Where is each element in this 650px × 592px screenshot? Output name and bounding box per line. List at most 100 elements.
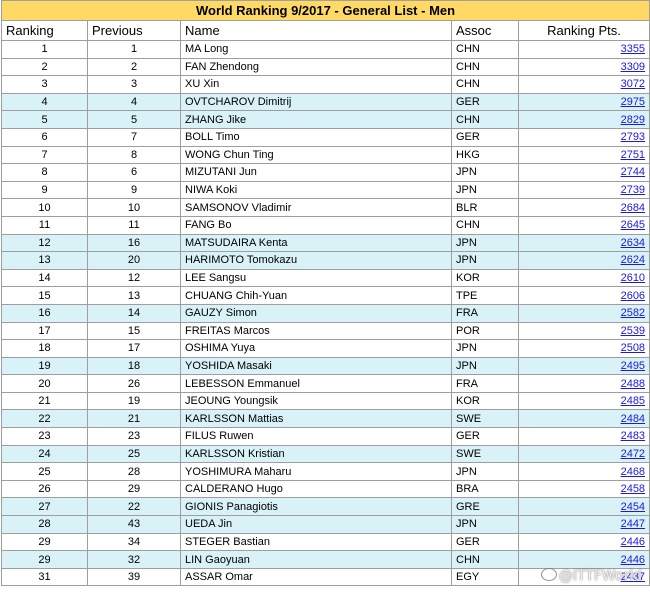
cell-assoc: POR <box>451 321 519 341</box>
cell-ranking: 5 <box>1 110 88 129</box>
ranking-points-link[interactable]: 3072 <box>621 78 645 90</box>
cell-assoc: GER <box>451 92 519 112</box>
ranking-points-link[interactable]: 2447 <box>621 518 645 530</box>
ranking-points-link[interactable]: 3309 <box>621 61 645 73</box>
ranking-points-link[interactable]: 2975 <box>621 96 645 108</box>
cell-ranking: 6 <box>1 127 88 147</box>
cell-assoc: GER <box>451 127 519 147</box>
ranking-points-link[interactable]: 2684 <box>621 202 645 214</box>
cell-ranking-points: 2485 <box>517 391 650 411</box>
cell-ranking: 24 <box>1 444 88 464</box>
cell-ranking-points: 2582 <box>517 303 650 323</box>
cell-ranking: 16 <box>1 303 88 323</box>
ranking-points-link[interactable]: 2437 <box>621 571 645 583</box>
cell-ranking: 28 <box>1 515 88 534</box>
ranking-points-link[interactable]: 2483 <box>621 430 645 442</box>
table-row: 25 28 YOSHIMURA Maharu JPN 2468 <box>1 462 650 481</box>
cell-name: ASSAR Omar <box>180 567 452 587</box>
cell-assoc: CHN <box>451 215 519 235</box>
cell-previous: 39 <box>87 567 181 587</box>
cell-previous: 17 <box>87 339 181 358</box>
cell-assoc: BLR <box>451 198 519 217</box>
cell-name: ZHANG Jike <box>180 110 452 129</box>
header-ranking: Ranking <box>1 20 88 41</box>
ranking-points-link[interactable]: 2624 <box>621 254 645 266</box>
cell-ranking: 2 <box>1 57 88 77</box>
cell-assoc: SWE <box>451 409 519 429</box>
ranking-points-link[interactable]: 2739 <box>621 184 645 196</box>
cell-previous: 18 <box>87 356 181 376</box>
cell-previous: 28 <box>87 462 181 481</box>
cell-name: JEOUNG Youngsik <box>180 391 452 411</box>
cell-ranking-points: 2739 <box>517 180 650 200</box>
cell-ranking-points: 2488 <box>517 374 650 393</box>
cell-previous: 16 <box>87 233 181 253</box>
cell-ranking-points: 2793 <box>517 127 650 147</box>
ranking-points-link[interactable]: 2539 <box>621 325 645 337</box>
cell-previous: 3 <box>87 75 181 94</box>
table-title: World Ranking 9/2017 - General List - Me… <box>0 0 650 21</box>
cell-ranking: 3 <box>1 75 88 94</box>
header-name: Name <box>180 20 452 41</box>
cell-ranking: 29 <box>1 550 88 569</box>
cell-assoc: JPN <box>451 233 519 253</box>
ranking-points-link[interactable]: 2454 <box>621 501 645 513</box>
cell-ranking-points: 2645 <box>517 215 650 235</box>
cell-name: FREITAS Marcos <box>180 321 452 341</box>
ranking-points-link[interactable]: 2485 <box>621 395 645 407</box>
ranking-points-link[interactable]: 2829 <box>621 114 645 126</box>
ranking-points-link[interactable]: 2468 <box>621 466 645 478</box>
cell-name: LEE Sangsu <box>180 268 452 288</box>
cell-ranking: 18 <box>1 339 88 358</box>
cell-assoc: JPN <box>451 251 519 270</box>
cell-ranking-points: 2472 <box>517 444 650 464</box>
ranking-points-link[interactable]: 2488 <box>621 378 645 390</box>
table-row: 9 9 NIWA Koki JPN 2739 <box>1 180 650 200</box>
ranking-points-link[interactable]: 2793 <box>621 131 645 143</box>
ranking-points-link[interactable]: 2751 <box>621 149 645 161</box>
cell-name: LIN Gaoyuan <box>180 550 452 569</box>
cell-name: BOLL Timo <box>180 127 452 147</box>
table-row: 2 2 FAN Zhendong CHN 3309 <box>1 57 650 77</box>
ranking-points-link[interactable]: 2495 <box>621 360 645 372</box>
cell-assoc: JPN <box>451 163 519 182</box>
cell-assoc: JPN <box>451 356 519 376</box>
cell-name: STEGER Bastian <box>180 532 452 552</box>
cell-assoc: FRA <box>451 303 519 323</box>
ranking-points-link[interactable]: 2610 <box>621 272 645 284</box>
table-row: 5 5 ZHANG Jike CHN 2829 <box>1 110 650 129</box>
cell-previous: 7 <box>87 127 181 147</box>
cell-ranking: 26 <box>1 479 88 499</box>
ranking-points-link[interactable]: 2508 <box>621 342 645 354</box>
ranking-points-link[interactable]: 2634 <box>621 237 645 249</box>
ranking-points-link[interactable]: 2582 <box>621 307 645 319</box>
cell-ranking: 20 <box>1 374 88 393</box>
ranking-points-link[interactable]: 2606 <box>621 290 645 302</box>
cell-previous: 1 <box>87 40 181 59</box>
cell-name: MATSUDAIRA Kenta <box>180 233 452 253</box>
cell-name: UEDA Jin <box>180 515 452 534</box>
cell-previous: 4 <box>87 92 181 112</box>
table-row: 13 20 HARIMOTO Tomokazu JPN 2624 <box>1 251 650 270</box>
ranking-points-link[interactable]: 2446 <box>621 554 645 566</box>
table-row: 3 3 XU Xin CHN 3072 <box>1 75 650 94</box>
cell-name: WONG Chun Ting <box>180 145 452 165</box>
cell-ranking: 12 <box>1 233 88 253</box>
cell-ranking: 17 <box>1 321 88 341</box>
cell-previous: 22 <box>87 497 181 517</box>
cell-previous: 2 <box>87 57 181 77</box>
table-row: 8 6 MIZUTANI Jun JPN 2744 <box>1 163 650 182</box>
cell-assoc: GER <box>451 427 519 446</box>
ranking-points-link[interactable]: 3355 <box>621 43 645 55</box>
ranking-points-link[interactable]: 2472 <box>621 448 645 460</box>
table-row: 27 22 GIONIS Panagiotis GRE 2454 <box>1 497 650 517</box>
ranking-points-link[interactable]: 2458 <box>621 483 645 495</box>
ranking-points-link[interactable]: 2484 <box>621 413 645 425</box>
ranking-points-link[interactable]: 2446 <box>621 536 645 548</box>
ranking-points-link[interactable]: 2645 <box>621 219 645 231</box>
ranking-points-link[interactable]: 2744 <box>621 166 645 178</box>
cell-previous: 29 <box>87 479 181 499</box>
table-title-row: World Ranking 9/2017 - General List - Me… <box>0 0 650 21</box>
cell-assoc: BRA <box>451 479 519 499</box>
cell-ranking: 25 <box>1 462 88 481</box>
